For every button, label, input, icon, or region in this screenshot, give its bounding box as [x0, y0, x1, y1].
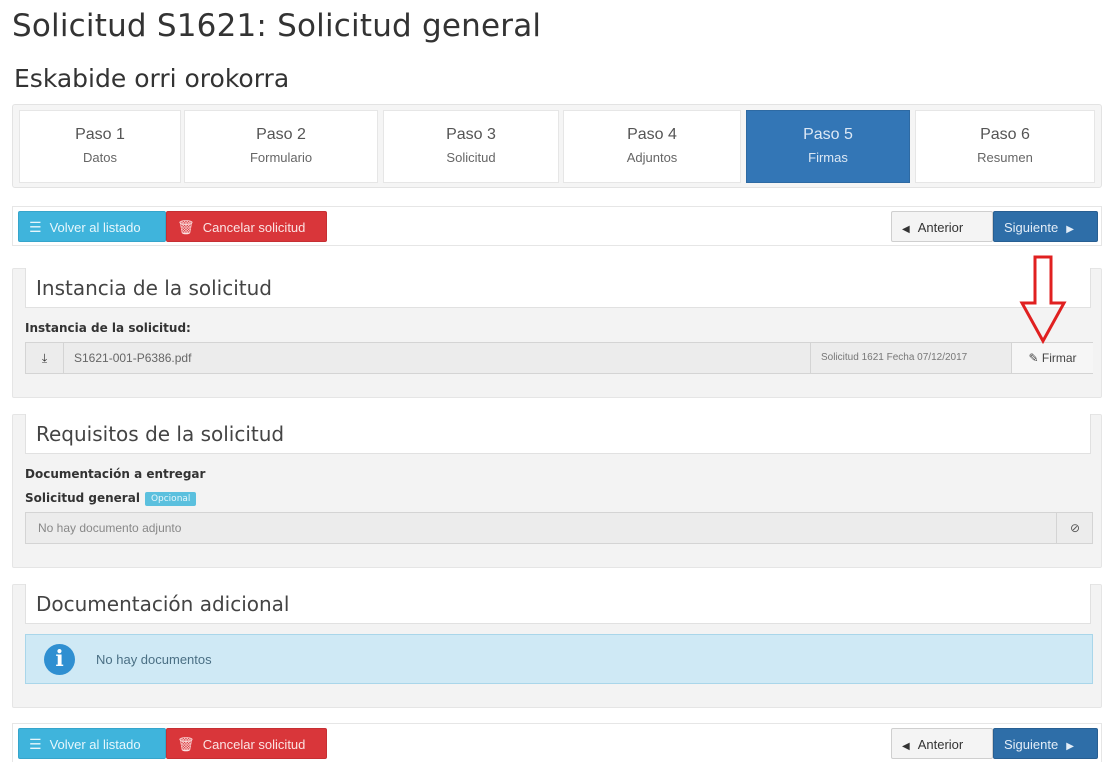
- requirement-item-name: Solicitud general: [25, 491, 140, 505]
- previous-button-bottom[interactable]: ◀ Anterior: [891, 728, 993, 759]
- step-number: Paso 6: [980, 126, 1030, 143]
- requisitos-panel-heading: Requisitos de la solicitud: [25, 414, 1091, 454]
- next-label: Siguiente: [1004, 737, 1059, 752]
- cancel-request-label: Cancelar solicitud: [202, 220, 306, 235]
- trash-icon: 🗑: [177, 219, 195, 235]
- caret-left-icon: ◀: [902, 741, 910, 752]
- requisitos-heading-text: Requisitos de la solicitud: [36, 422, 285, 446]
- step-number: Paso 4: [627, 126, 677, 143]
- step-5-active[interactable]: Paso 5 Firmas: [746, 110, 910, 183]
- cancel-request-button-bottom[interactable]: 🗑 Cancelar solicitud: [166, 728, 327, 759]
- step-4[interactable]: Paso 4 Adjuntos: [563, 110, 741, 183]
- requisitos-panel: Requisitos de la solicitud Documentación…: [12, 414, 1102, 568]
- instancia-panel-heading: Instancia de la solicitud: [25, 268, 1091, 308]
- instancia-panel: Instancia de la solicitud Instancia de l…: [12, 268, 1102, 398]
- trash-icon: 🗑: [177, 736, 195, 752]
- edit-icon: ✎: [1028, 351, 1039, 365]
- back-to-list-label: Volver al listado: [49, 737, 141, 752]
- ban-button[interactable]: ⊘: [1056, 513, 1093, 543]
- step-number: Paso 1: [75, 126, 125, 143]
- instancia-field-label: Instancia de la solicitud:: [25, 321, 191, 335]
- caret-right-icon: ▶: [1066, 224, 1074, 235]
- arrow-down-icon: [1019, 255, 1067, 345]
- info-circle-icon: i: [44, 644, 75, 675]
- step-1[interactable]: Paso 1 Datos: [19, 110, 181, 183]
- no-documents-alert: i No hay documentos: [25, 634, 1093, 684]
- ban-icon: ⊘: [1069, 521, 1081, 535]
- no-documents-text: No hay documentos: [96, 652, 212, 667]
- step-label: Formulario: [249, 150, 313, 165]
- wizard-steps: Paso 1 Datos Paso 2 Formulario Paso 3 So…: [12, 104, 1102, 188]
- cancel-request-label: Cancelar solicitud: [202, 737, 306, 752]
- step-label: Firmas: [808, 150, 848, 165]
- step-number: Paso 5: [803, 126, 853, 143]
- back-to-list-label: Volver al listado: [49, 220, 141, 235]
- back-to-list-button[interactable]: ☰ Volver al listado: [18, 211, 166, 242]
- file-name[interactable]: S1621-001-P6386.pdf: [74, 343, 191, 373]
- requirement-item-label: Solicitud general Opcional: [25, 491, 197, 506]
- step-3[interactable]: Paso 3 Solicitud: [383, 110, 559, 183]
- top-toolbar: ☰ Volver al listado 🗑 Cancelar solicitud ◀…: [12, 206, 1102, 246]
- step-label: Resumen: [977, 150, 1033, 165]
- page-title: Solicitud S1621: Solicitud general: [12, 8, 542, 44]
- no-document-text: No hay documento adjunto: [38, 521, 182, 535]
- adicional-panel: Documentación adicional i No hay documen…: [12, 584, 1102, 708]
- sign-button[interactable]: ✎ Firmar: [1011, 343, 1093, 373]
- requirement-file-row: No hay documento adjunto ⊘: [25, 512, 1093, 544]
- previous-label: Anterior: [917, 737, 964, 752]
- caret-left-icon: ◀: [902, 224, 910, 235]
- next-label: Siguiente: [1004, 220, 1059, 235]
- sign-label: Firmar: [1041, 351, 1077, 365]
- bottom-toolbar: ☰ Volver al listado 🗑 Cancelar solicitud ◀…: [12, 723, 1102, 762]
- next-button[interactable]: Siguiente ▶: [993, 211, 1098, 242]
- caret-right-icon: ▶: [1066, 741, 1074, 752]
- step-label: Solicitud: [446, 150, 496, 165]
- page-subtitle: Eskabide orri orokorra: [14, 64, 290, 93]
- previous-button[interactable]: ◀ Anterior: [891, 211, 993, 242]
- documentation-label: Documentación a entregar: [25, 467, 206, 481]
- adicional-heading-text: Documentación adicional: [36, 592, 290, 616]
- list-icon: ☰: [29, 736, 42, 752]
- step-number: Paso 3: [446, 126, 496, 143]
- download-icon: ⤓: [41, 351, 48, 365]
- list-icon: ☰: [29, 219, 42, 235]
- download-button[interactable]: ⤓: [26, 343, 64, 373]
- adicional-panel-heading: Documentación adicional: [25, 584, 1091, 624]
- previous-label: Anterior: [917, 220, 964, 235]
- step-6[interactable]: Paso 6 Resumen: [915, 110, 1095, 183]
- step-number: Paso 2: [256, 126, 306, 143]
- optional-badge: Opcional: [144, 491, 197, 506]
- back-to-list-button-bottom[interactable]: ☰ Volver al listado: [18, 728, 166, 759]
- instancia-heading-text: Instancia de la solicitud: [36, 276, 272, 300]
- step-2[interactable]: Paso 2 Formulario: [184, 110, 378, 183]
- next-button-bottom[interactable]: Siguiente ▶: [993, 728, 1098, 759]
- step-label: Datos: [83, 150, 117, 165]
- file-meta: Solicitud 1621 Fecha 07/12/2017: [810, 343, 1010, 373]
- instancia-file-row: ⤓ S1621-001-P6386.pdf Solicitud 1621 Fec…: [25, 342, 1093, 374]
- cancel-request-button[interactable]: 🗑 Cancelar solicitud: [166, 211, 327, 242]
- step-label: Adjuntos: [626, 150, 678, 165]
